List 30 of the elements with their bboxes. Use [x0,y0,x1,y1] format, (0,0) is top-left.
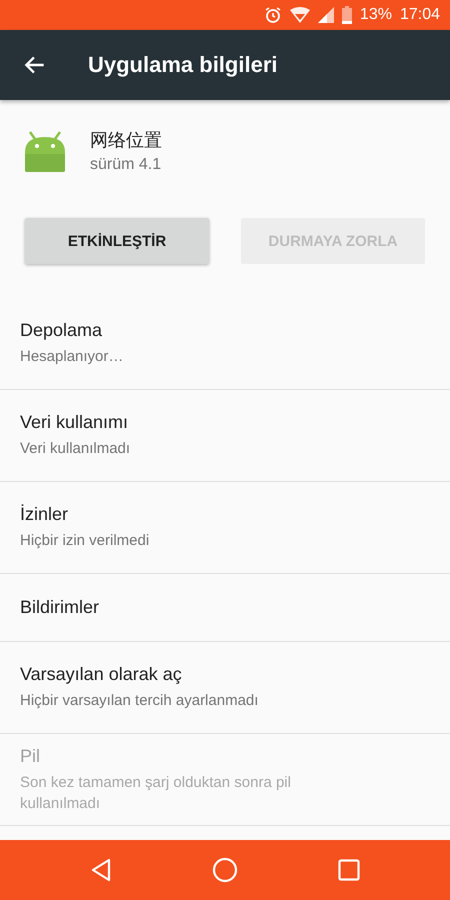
settings-item[interactable]: Bildirimler [0,574,450,642]
settings-item[interactable]: İzinler Hiçbir izin verilmedi [0,482,450,574]
battery-level: 13% [360,6,392,24]
home-nav-button[interactable] [212,857,238,883]
app-version: sürüm 4.1 [90,156,162,174]
alarm-icon [264,6,282,24]
settings-item[interactable]: Veri kullanımı Veri kullanılmadı [0,390,450,482]
settings-item[interactable]: Depolama Hesaplanıyor… [0,298,450,390]
action-button[interactable]: ETKİNLEŞTİR [25,218,209,264]
item-subtitle: Hesaplanıyor… [20,347,124,367]
item-title: Veri kullanımı [20,412,130,433]
back-nav-button[interactable] [90,858,112,882]
clock-time: 17:04 [400,6,440,24]
item-title: Pil [20,746,42,766]
wifi-icon [290,7,310,23]
app-name: 网络位置 [90,129,162,152]
item-title: Depolama [20,320,104,341]
screen-title: Uygulama bilgileri [88,52,278,78]
item-subtitle: Son kez tamamen şarj olduktan sonra pil kullanılmadı [20,772,292,814]
robot-icon [24,130,66,172]
item-title: Bildirimler [20,597,100,618]
item-subtitle: Hiçbir izin verilmedi [20,531,150,551]
item-subtitle: Veri kullanılmadı [20,439,132,459]
battery-icon [342,6,352,24]
item-title: Varsayılan olarak aç [20,664,183,685]
recents-nav-button[interactable] [338,859,360,881]
item-subtitle: Hiçbir varsayılan tercih ayarlanmadı [20,691,260,711]
settings-item[interactable]: Varsayılan olarak aç Hiçbir varsayılan tercih ayarlanmadı [0,642,450,734]
item-title: İzinler [20,504,70,525]
signal-icon [318,7,334,23]
